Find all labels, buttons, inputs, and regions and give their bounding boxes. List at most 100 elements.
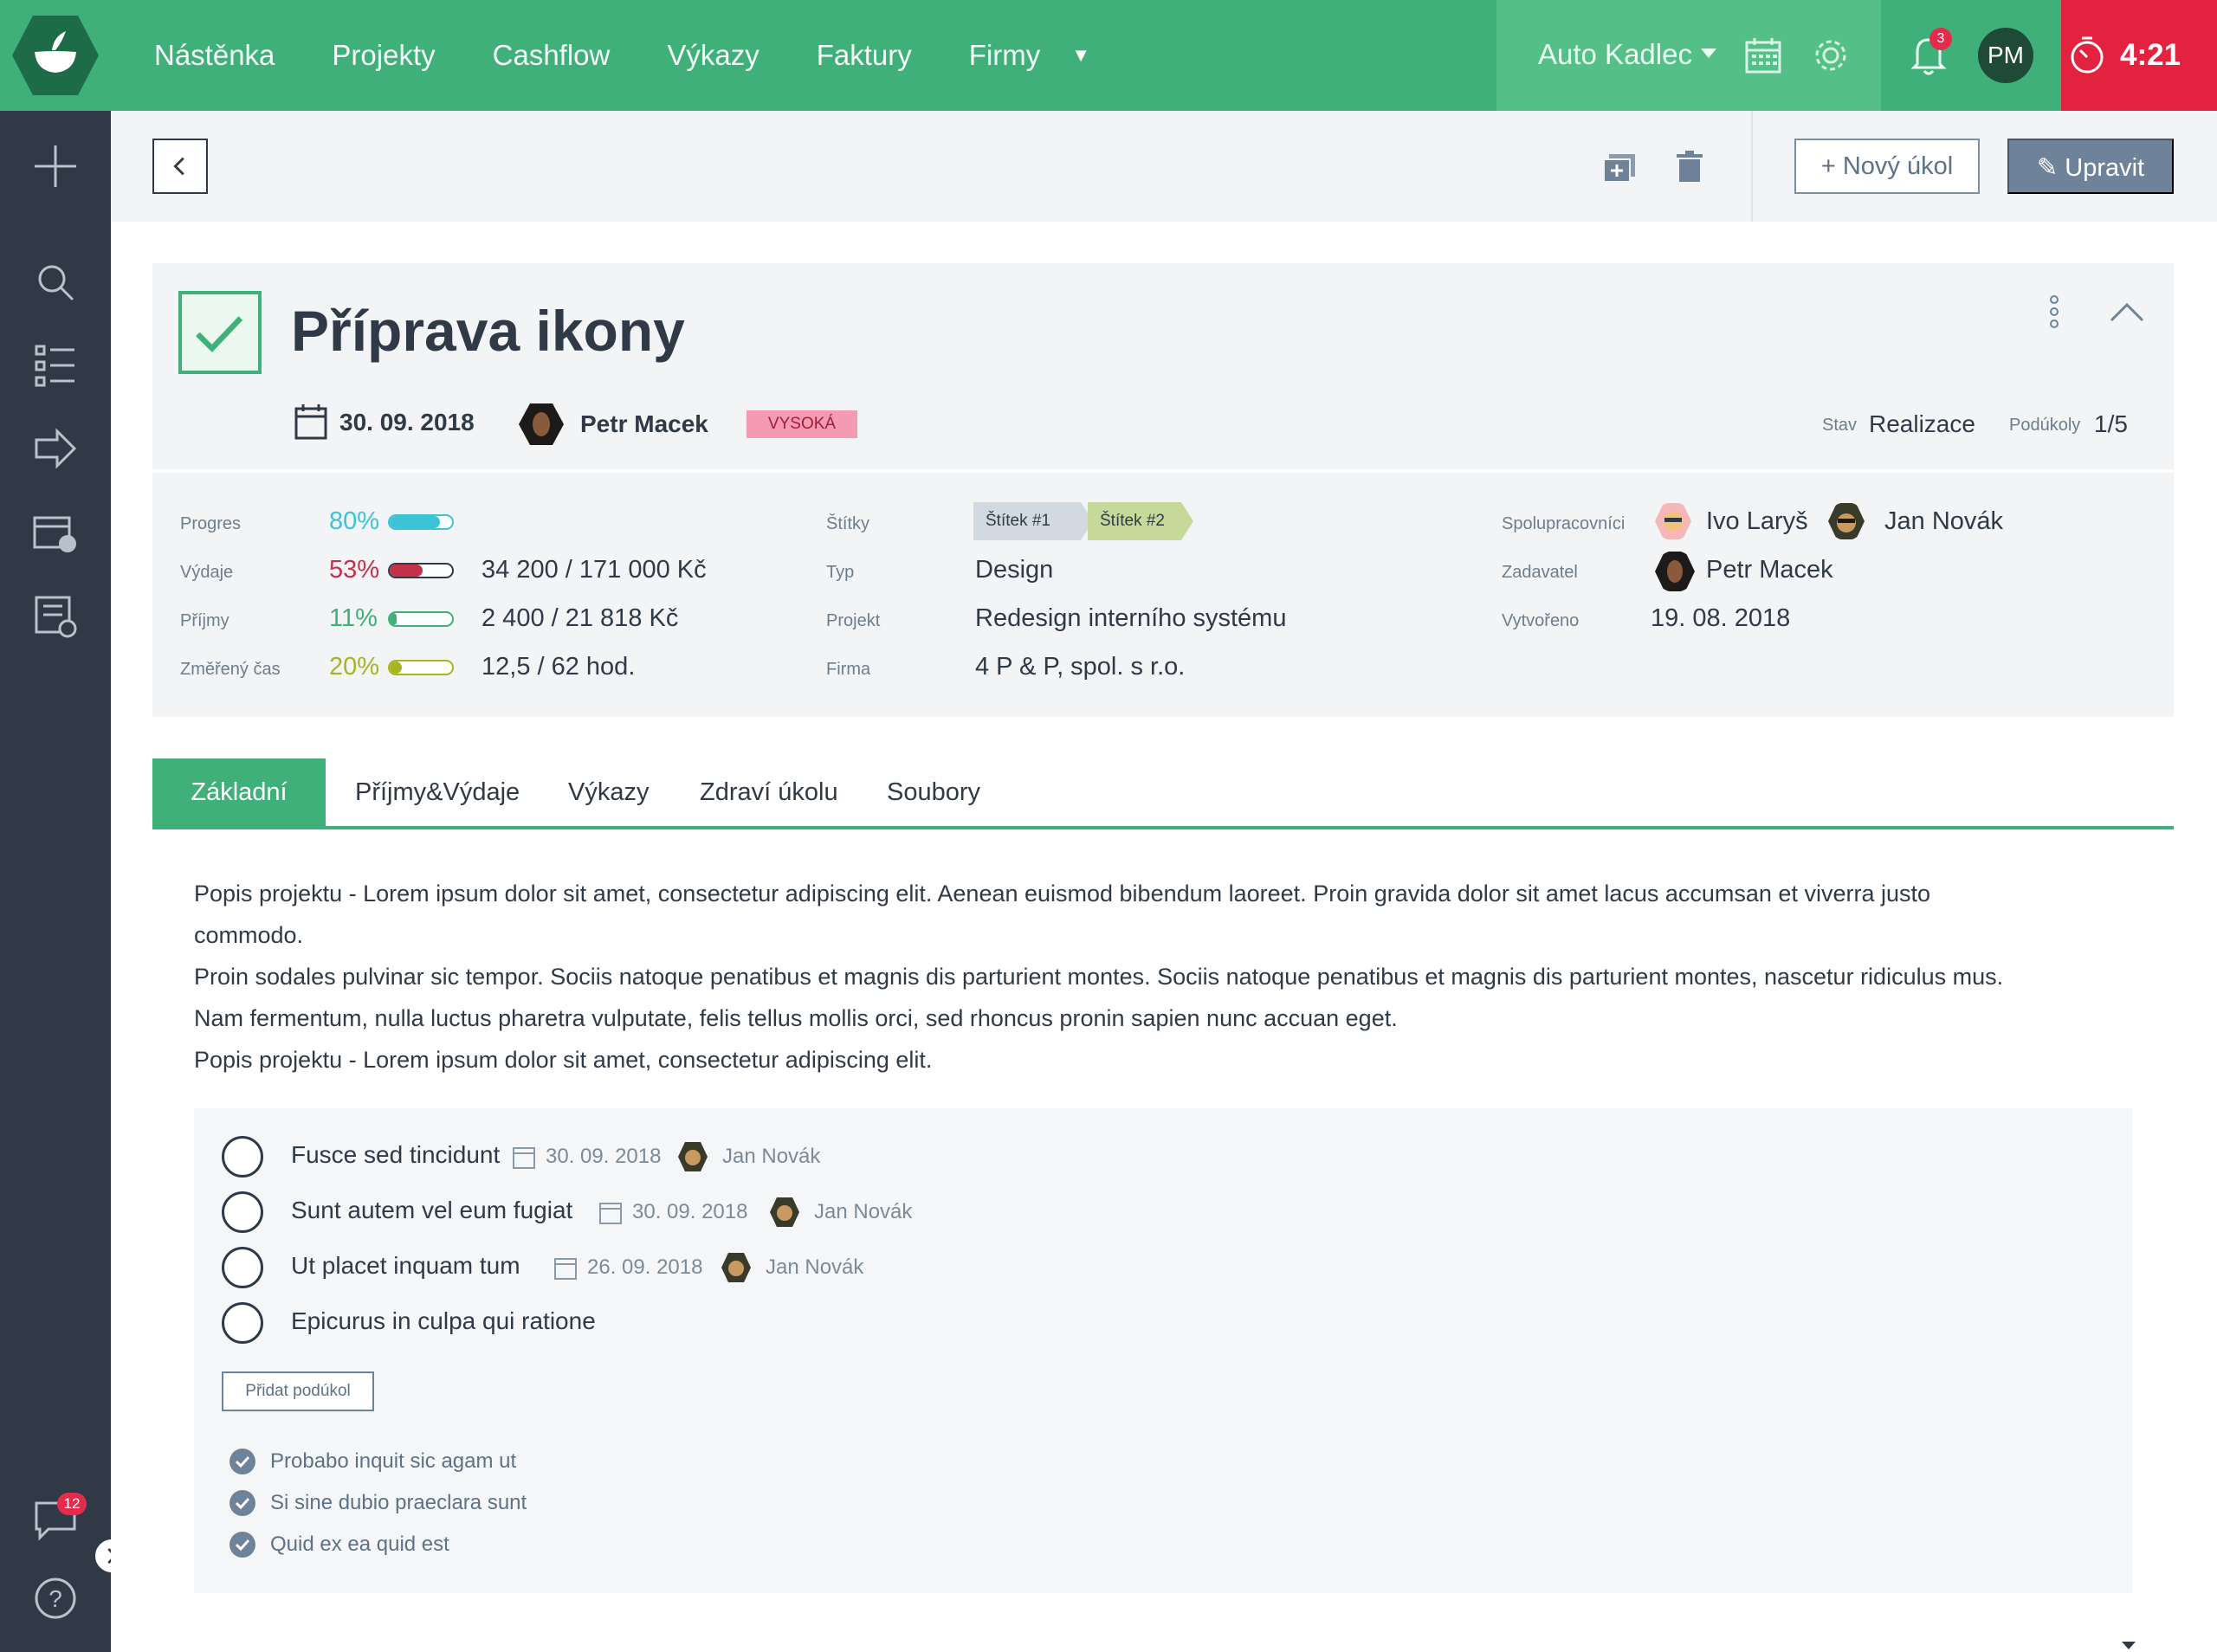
check-circle-icon[interactable] [229,1531,256,1558]
collaborator-2[interactable]: Jan Novák [1884,507,2003,536]
chevron-down-icon[interactable] [1701,48,1716,58]
more-vertical-icon[interactable] [2047,294,2061,329]
nav-projekty[interactable]: Projekty [332,39,435,72]
main-nav: Nástěnka Projekty Cashflow Výkazy Faktur… [154,0,1090,111]
vydaje-label: Výdaje [180,563,234,582]
report-icon[interactable] [31,592,80,641]
avatar [678,1142,708,1171]
stav-value: Realizace [1869,410,1975,437]
firma-value[interactable]: 4 P & P, spol. s r.o. [975,653,1185,681]
task-header [152,263,2174,469]
help-icon[interactable]: ? [31,1574,80,1623]
plus-icon[interactable] [31,142,80,190]
avatar [770,1197,799,1227]
nav-faktury[interactable]: Faktury [817,39,912,72]
user-avatar[interactable]: PM [1978,28,2033,83]
typ-label: Typ [826,563,855,582]
subtask-checkbox[interactable] [222,1302,263,1344]
vydaje-bar-fill [390,565,423,577]
avatar [1655,552,1695,591]
progres-bar-fill [390,516,440,528]
calendar-icon[interactable] [1744,36,1782,74]
subtask-name[interactable]: Sunt autem vel eum fugiat [291,1197,572,1224]
prijmy-percent: 11% [329,604,378,632]
chevron-up-icon[interactable] [2110,301,2144,322]
duplicate-icon[interactable] [1602,152,1637,184]
task-complete-checkbox[interactable] [178,291,262,374]
subtask-checkbox[interactable] [222,1247,263,1288]
toolbar-divider [1751,111,1753,222]
typ-value: Design [975,556,1054,584]
subtask-assignee: Jan Novák [814,1200,913,1223]
search-icon[interactable] [31,258,80,307]
add-subtask-button[interactable]: Přidat podúkol [222,1371,374,1411]
gear-icon[interactable] [1812,36,1850,74]
zadavatel-label: Zadavatel [1502,563,1578,582]
description-line: Popis projektu - Lorem ipsum dolor sit a… [194,881,1931,907]
calendar-icon [513,1147,535,1169]
nav-firmy[interactable]: Firmy [969,39,1040,72]
chevron-down-icon[interactable]: ▼ [1071,44,1090,67]
vydaje-bar [388,563,454,578]
back-button[interactable] [152,139,208,194]
calendar-icon [554,1258,577,1280]
forward-icon[interactable] [31,424,80,473]
cas-value: 12,5 / 62 hod. [482,653,636,681]
done-subtask-name[interactable]: Quid ex ea quid est [270,1533,449,1557]
prijmy-value: 2 400 / 21 818 Kč [482,604,679,632]
tag-2[interactable]: Štítek #2 [1088,502,1193,540]
notification-badge: 3 [1929,28,1952,50]
collaborator-1[interactable]: Ivo Laryš [1706,507,1808,536]
new-task-button[interactable]: + Nový úkol [1794,139,1980,194]
svg-text:?: ? [48,1585,62,1612]
vydaje-value: 34 200 / 171 000 Kč [482,556,707,584]
nav-vykazy[interactable]: Výkazy [667,39,759,72]
trash-icon[interactable] [1677,151,1703,182]
vytvoreno-value: 19. 08. 2018 [1651,604,1791,632]
subtask-name[interactable]: Epicurus in culpa qui ratione [291,1307,596,1335]
done-subtask-name[interactable]: Si sine dubio praeclara sunt [270,1491,527,1515]
task-tabs: Základní Příjmy&Výdaje Výkazy Zdraví úko… [152,758,2174,829]
check-circle-icon[interactable] [229,1448,256,1475]
stav-label: Stav [1822,416,1858,435]
description-line: Popis projektu - Lorem ipsum dolor sit a… [194,1047,933,1073]
stopwatch-icon[interactable] [2068,35,2106,76]
zadavatel-value[interactable]: Petr Macek [1706,556,1833,584]
description-line: commodo. [194,922,304,948]
nav-nastenka[interactable]: Nástěnka [154,39,275,72]
tab-vykazy[interactable]: Výkazy [568,758,649,826]
pencil-icon: ✎ [2036,154,2065,182]
subtask-checkbox[interactable] [222,1191,263,1233]
timer-time[interactable]: 4:21 [2120,38,2181,73]
company-name[interactable]: Auto Kadlec [1538,38,1692,71]
tab-zakladni[interactable]: Základní [152,758,326,826]
calendar-icon [599,1203,622,1224]
app-logo-icon[interactable] [10,12,100,99]
billing-icon[interactable] [31,509,80,558]
tab-soubory[interactable]: Soubory [887,758,980,826]
subtask-name[interactable]: Fusce sed tincidunt [291,1141,500,1169]
check-circle-icon[interactable] [229,1489,256,1517]
description-line: Nam fermentum, nulla luctus pharetra vul… [194,1005,1398,1031]
subtasks-label: Podúkoly [2009,416,2081,435]
cas-bar [388,660,454,675]
task-owner[interactable]: Petr Macek [580,410,708,438]
done-subtask-name[interactable]: Probabo inquit sic agam ut [270,1449,516,1474]
subtask-date: 30. 09. 2018 [632,1200,748,1223]
chevron-down-icon[interactable] [2120,1640,2137,1650]
subtask-checkbox[interactable] [222,1136,263,1178]
nav-cashflow[interactable]: Cashflow [493,39,611,72]
edit-button[interactable]: ✎ Upravit [2007,139,2174,194]
tag-1[interactable]: Štítek #1 [973,502,1093,540]
tab-prijmy-vydaje[interactable]: Příjmy&Výdaje [355,758,520,826]
subtask-assignee: Jan Novák [722,1145,821,1168]
projekt-value[interactable]: Redesign interního systému [975,604,1286,633]
cas-bar-fill [390,661,403,674]
tab-zdravi-ukolu[interactable]: Zdraví úkolu [700,758,838,826]
prijmy-bar [388,611,454,627]
task-due-date: 30. 09. 2018 [339,409,475,436]
tasks-list-icon[interactable] [31,341,80,390]
subtask-name[interactable]: Ut placet inquam tum [291,1252,520,1280]
avatar [1655,503,1691,539]
description-line: Proin sodales pulvinar sic tempor. Socii… [194,964,2004,990]
